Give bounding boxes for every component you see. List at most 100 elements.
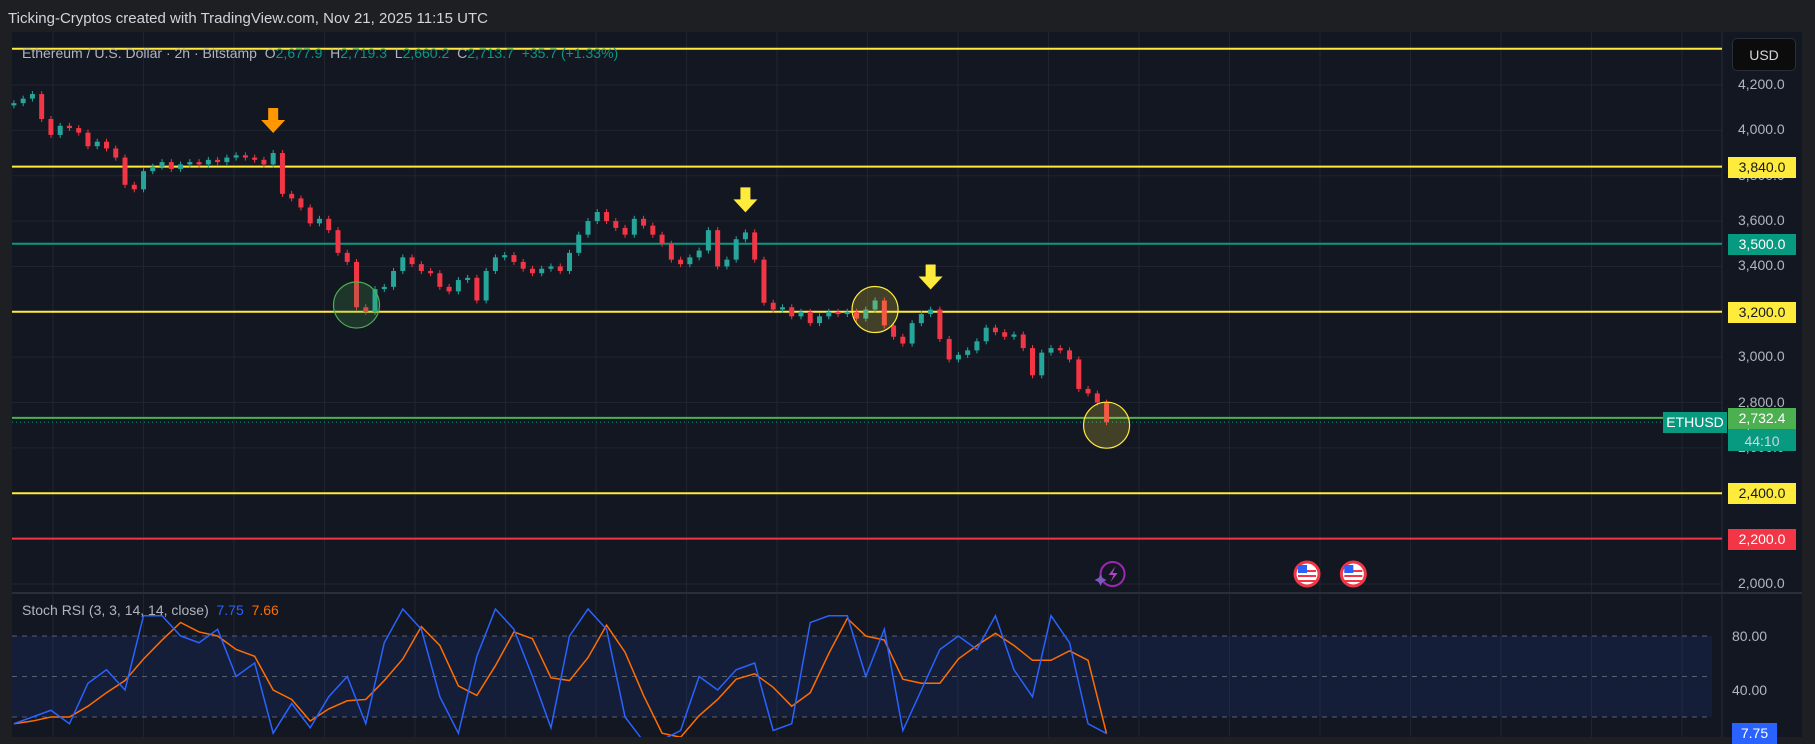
candle <box>270 153 276 165</box>
candle <box>502 255 508 258</box>
candle <box>1076 359 1082 389</box>
candle <box>622 227 628 235</box>
candle <box>798 311 804 317</box>
candle <box>511 255 517 262</box>
price-tick-label: 4,000.0 <box>1738 121 1785 138</box>
price-tick-label: 3,000.0 <box>1738 348 1785 365</box>
price-tick-label: 4,200.0 <box>1738 76 1785 92</box>
candle <box>668 243 674 260</box>
candle <box>631 218 637 235</box>
candle <box>252 157 258 160</box>
change-value: +35.7 (+1.33%) <box>521 45 619 61</box>
candle <box>29 94 35 99</box>
candle <box>1002 332 1008 337</box>
candle <box>11 103 17 106</box>
candle <box>224 157 230 163</box>
close-value: 2,713.7 <box>467 45 514 61</box>
candle <box>298 198 304 208</box>
candle <box>76 128 82 133</box>
candle <box>159 162 165 167</box>
symbol-legend: Ethereum / U.S. Dollar · 2h · Bitstamp O… <box>22 45 619 61</box>
candle <box>344 252 350 262</box>
currency-button[interactable]: USD <box>1732 38 1796 71</box>
flag-canton <box>1298 565 1308 573</box>
candle <box>122 157 128 185</box>
candle <box>187 162 193 165</box>
candle <box>974 341 980 351</box>
candle <box>705 230 711 251</box>
candle <box>409 257 415 265</box>
candle <box>400 257 406 271</box>
candle <box>918 314 924 324</box>
candle <box>779 307 785 310</box>
right-border <box>1802 32 1815 737</box>
stoch-axis-80: 80.00 <box>1732 628 1768 644</box>
highlight-circle <box>332 281 381 329</box>
candle <box>446 286 452 292</box>
candle <box>539 268 545 274</box>
candle <box>576 234 582 253</box>
candle <box>141 171 147 190</box>
candle <box>696 250 702 258</box>
candle <box>85 132 91 147</box>
level-price-tag: 2,400.0 <box>1728 483 1796 505</box>
candle <box>48 119 54 135</box>
candle <box>678 259 684 265</box>
candle <box>150 166 156 172</box>
candle <box>113 148 119 158</box>
candle <box>789 307 795 317</box>
candle <box>242 155 248 158</box>
candle <box>807 311 813 324</box>
candle <box>965 350 971 355</box>
flag-stripe <box>1344 580 1363 582</box>
down-arrow-icon <box>733 187 758 213</box>
candle <box>742 232 748 240</box>
level-price-tag: 2,732.4 <box>1728 407 1796 429</box>
candle <box>650 225 656 235</box>
symbol-tag: ETHUSD <box>1663 412 1727 433</box>
candle <box>465 277 471 281</box>
candle <box>529 268 535 274</box>
candle <box>715 230 721 267</box>
candle <box>20 98 26 104</box>
candle <box>335 230 341 253</box>
level-price-tag: 3,840.0 <box>1728 156 1796 178</box>
candle <box>1029 348 1035 376</box>
candle <box>604 212 610 222</box>
high-value: 2,719.3 <box>340 45 387 61</box>
candle <box>835 311 841 315</box>
candle <box>57 125 63 135</box>
candle <box>724 259 730 267</box>
candle <box>928 309 934 315</box>
candle <box>566 252 572 271</box>
stoch-rsi-legend: Stoch RSI (3, 3, 14, 14, close) 7.75 7.6… <box>22 602 279 618</box>
candle <box>613 221 619 228</box>
candle <box>483 270 489 301</box>
price-tick-label: 3,600.0 <box>1738 212 1785 229</box>
candle <box>937 309 943 340</box>
candle <box>557 266 563 271</box>
candle <box>39 94 45 120</box>
stoch-axis-40: 40.00 <box>1732 682 1768 698</box>
level-price-tag: 3,500.0 <box>1728 233 1796 255</box>
highlight-circle <box>1082 401 1131 449</box>
candle <box>909 323 915 344</box>
candle <box>1094 393 1100 403</box>
candle <box>585 221 591 235</box>
candle <box>215 159 221 163</box>
level-price-tag: 2,200.0 <box>1728 528 1796 550</box>
candle <box>66 125 72 129</box>
stoch-k-tag: 7.75 <box>1732 723 1777 744</box>
candle <box>641 218 647 226</box>
candle <box>233 155 239 158</box>
candle <box>955 354 961 360</box>
candle <box>992 327 998 333</box>
stoch-k-value: 7.75 <box>216 602 244 618</box>
candle <box>826 311 832 317</box>
candle <box>752 232 758 260</box>
candle <box>1020 334 1026 349</box>
price-chart[interactable] <box>0 0 1815 737</box>
price-tick-label: 3,400.0 <box>1738 257 1785 274</box>
candle <box>594 212 600 222</box>
stoch-d-value: 7.66 <box>251 602 279 618</box>
